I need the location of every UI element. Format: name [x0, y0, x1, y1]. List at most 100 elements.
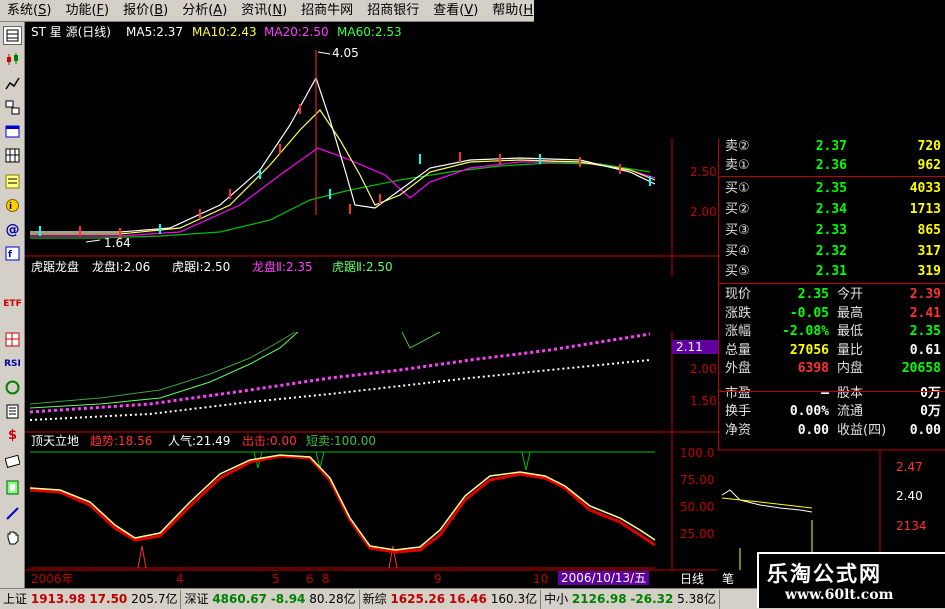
- sme-amount: 5.38亿: [677, 591, 716, 606]
- sme-index-segment[interactable]: 中小 2126.98 -26.32 5.38亿: [541, 589, 720, 609]
- ask-price: 2.37: [815, 139, 847, 154]
- timeline-tick-10: 10: [533, 572, 549, 586]
- stat-label: 股本: [837, 385, 864, 401]
- stat-label: 总量: [725, 342, 752, 358]
- mini-axis-volume: 2134: [896, 519, 927, 533]
- stat-row: 外盘 6398 内盘 20658: [725, 360, 941, 378]
- indicator2-axis-25: 25.00: [680, 527, 715, 541]
- bid-price: 2.32: [815, 244, 847, 259]
- tick-tab[interactable]: 笔: [722, 572, 734, 586]
- ma60-line: [30, 162, 651, 239]
- ma20-label: MA20:2.50: [264, 25, 329, 39]
- stat-value: 0.00: [797, 422, 829, 438]
- stat-row: 市盈 — 股本 0万: [725, 385, 941, 403]
- stat-value: 2.35: [909, 324, 941, 339]
- sh-amount: 205.7亿: [131, 591, 178, 606]
- sz-label: 深证: [184, 591, 209, 606]
- indicator1-title: 虎踞龙盘: [31, 260, 80, 274]
- bid-price: 2.34: [815, 202, 847, 217]
- bid-volume: 319: [917, 264, 941, 279]
- sz-amount: 80.28亿: [309, 591, 356, 606]
- watermark-title: 乐淘公式网: [767, 562, 882, 586]
- stat-value: 20658: [901, 361, 941, 376]
- stock-name: ST 星 源(日线): [31, 25, 111, 39]
- sme-index: 2126.98: [571, 591, 627, 606]
- bid-label: 买③: [725, 223, 750, 238]
- bid-volume: 1713: [909, 202, 941, 217]
- high-price-marker: [317, 51, 331, 55]
- stat-row: 净资 0.00 收益(四) 0.00: [725, 422, 941, 440]
- sh-label: 上证: [3, 591, 28, 606]
- trend-label: 趋势:18.56: [90, 434, 153, 448]
- stat-label: 涨幅: [725, 324, 752, 339]
- stat-value: 0万: [920, 385, 941, 401]
- huju-green-line: [401, 331, 441, 349]
- low-price-label: 1.64: [104, 236, 131, 250]
- bid-label: 买⑤: [725, 264, 750, 279]
- popularity-label: 人气:21.49: [168, 434, 231, 448]
- bid-row: 买③ 2.33 865: [725, 222, 941, 240]
- indicator2-axis-100: 100.0: [680, 446, 715, 460]
- stat-row: 涨跌 -0.05 最高 2.41: [725, 305, 941, 323]
- stat-label: 量比: [837, 342, 864, 358]
- sh-index-segment[interactable]: 上证 1913.98 17.50 205.7亿: [0, 589, 182, 609]
- huju1-dotted-line: [29, 359, 651, 421]
- indicator2-title: 顶天立地: [31, 434, 80, 448]
- bid-row: 买⑤ 2.31 319: [725, 263, 941, 281]
- timeline-year: 2006年: [31, 572, 74, 586]
- sz-change: -8.94: [270, 591, 306, 606]
- low-price-marker: [85, 239, 101, 243]
- indicator2-axis-50: 50.00: [680, 500, 715, 514]
- timeline-tick-5: 5: [272, 572, 280, 586]
- quote-panel: 卖② 2.37 720 卖① 2.36 962 买① 2.35 4033 买② …: [718, 138, 945, 450]
- stat-row: 现价 2.35 今开 2.39: [725, 286, 941, 304]
- sme-label: 中小: [544, 591, 569, 606]
- ma10-label: MA10:2.43: [192, 25, 257, 39]
- stat-label: 净资: [725, 422, 752, 438]
- ask-label: 卖②: [725, 139, 750, 154]
- high-price-label: 4.05: [332, 46, 359, 60]
- stat-value: 2.41: [909, 305, 941, 321]
- stat-value: 6398: [797, 361, 829, 376]
- stats-divider: [719, 391, 945, 392]
- bid-row: 买④ 2.32 317: [725, 243, 941, 261]
- stat-label: 换手: [725, 404, 752, 419]
- stat-label: 今开: [837, 287, 864, 302]
- longpan1-line: [29, 329, 301, 409]
- timeline-tick-9: 9: [434, 572, 442, 586]
- stat-label: 涨跌: [725, 305, 752, 321]
- stat-label: 最低: [837, 324, 864, 339]
- watermark-url: www.60lt.com: [785, 587, 894, 603]
- indicator2-axis-75: 75.00: [680, 473, 715, 487]
- ask-volume: 962: [917, 158, 941, 173]
- stat-value: 27056: [789, 342, 829, 358]
- longpan1-label: 龙盘Ⅰ:2.06: [92, 260, 151, 274]
- sz-index: 4860.67: [212, 591, 267, 606]
- bid-volume: 865: [917, 223, 941, 238]
- intraday-price-line: [721, 489, 813, 513]
- period-label[interactable]: 日线: [680, 572, 704, 586]
- exit-label: 出击:0.00: [242, 434, 297, 448]
- masked-region-middle: [222, 276, 718, 332]
- bid-row: 买② 2.34 1713: [725, 201, 941, 219]
- nf-index-segment[interactable]: 新综 1625.26 16.46 160.3亿: [360, 589, 542, 609]
- popularity-line: [29, 454, 656, 551]
- stat-label: 内盘: [837, 361, 864, 376]
- indicator1-axis-150: 1.50: [690, 394, 717, 408]
- huju2-dotted-line: [29, 332, 651, 414]
- bid-row: 买① 2.35 4033: [725, 180, 941, 198]
- stat-label: 市盈: [725, 385, 752, 401]
- price-axis-200: 2.00: [690, 205, 717, 219]
- bid-stats-divider: [719, 283, 945, 284]
- longpan2-line: [29, 331, 296, 405]
- stat-value: 0.61: [909, 342, 941, 358]
- sz-index-segment[interactable]: 深证 4860.67 -8.94 80.28亿: [181, 589, 360, 609]
- mini-axis-247: 2.47: [896, 460, 923, 474]
- bid-label: 买④: [725, 244, 750, 259]
- bid-label: 买①: [725, 181, 750, 196]
- bid-price: 2.33: [815, 223, 847, 238]
- mini-axis-240: 2.40: [896, 489, 923, 503]
- stat-value: 0万: [920, 404, 941, 419]
- watermark-logo: 乐淘公式网 www.60lt.com: [757, 552, 945, 608]
- bid-label: 买②: [725, 202, 750, 217]
